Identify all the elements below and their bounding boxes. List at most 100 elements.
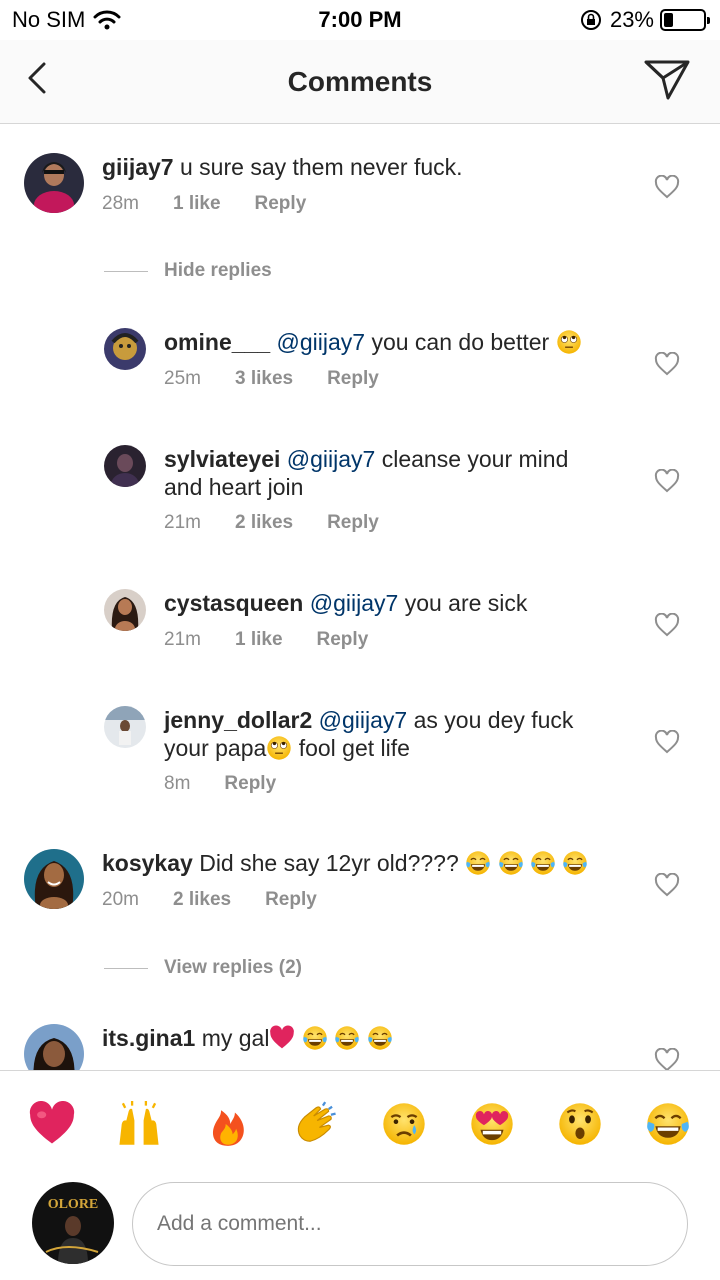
comment-likes[interactable]: 2 likes <box>235 512 293 534</box>
comment-username[interactable]: its.gina1 <box>102 1025 195 1051</box>
battery-icon <box>660 9 710 31</box>
comment-body-line2: and heart join <box>164 474 304 500</box>
comment-meta: 28m 1 like Reply <box>102 193 340 215</box>
heart-eyes-icon[interactable] <box>469 1101 515 1147</box>
comment-time: 21m <box>164 512 201 533</box>
mention-link[interactable]: @giijay7 <box>310 590 399 616</box>
comment-text: kosykay Did she say 12yr old???? <box>102 849 588 877</box>
reply-button[interactable]: Reply <box>265 889 317 911</box>
comment-body: cleanse your mind <box>381 446 569 472</box>
mention-link[interactable]: @giijay7 <box>277 329 366 355</box>
comment-username[interactable]: sylviateyei <box>164 446 280 472</box>
mention-link[interactable]: @giijay7 <box>287 446 376 472</box>
comment-time: 20m <box>102 889 139 910</box>
comment-body-line2-end: fool get life <box>298 735 410 761</box>
mention-link[interactable]: @giijay7 <box>319 707 408 733</box>
comment-text: sylviateyei @giijay7 cleanse your mind a… <box>164 445 568 501</box>
comment-time: 25m <box>164 368 201 389</box>
heart-icon[interactable] <box>654 1048 680 1070</box>
avatar[interactable] <box>104 328 146 370</box>
comment-username[interactable]: cystasqueen <box>164 590 303 616</box>
heart-icon[interactable] <box>654 352 680 376</box>
paper-plane-icon[interactable] <box>642 56 692 102</box>
rotation-lock-icon <box>580 10 601 30</box>
reply-button[interactable]: Reply <box>224 773 276 795</box>
emoji-quick-bar <box>0 1070 720 1172</box>
view-replies-button[interactable]: View replies (2) <box>104 957 302 979</box>
avatar[interactable] <box>104 445 146 487</box>
divider-line <box>104 967 148 969</box>
hide-replies-label: Hide replies <box>164 260 272 281</box>
comment-body-line2: your papa <box>164 735 267 761</box>
battery-percent: 23% <box>609 7 654 32</box>
comment-text: its.gina1 my gal <box>102 1024 393 1052</box>
header: Comments <box>0 40 720 124</box>
comments-list[interactable]: giijay7 u sure say them never fuck. 28m … <box>0 125 720 1070</box>
hide-replies-button[interactable]: Hide replies <box>104 260 272 282</box>
tears-of-joy-emoji-icon <box>302 1025 328 1051</box>
comment-likes[interactable]: 1 like <box>235 629 283 651</box>
comment-time: 21m <box>164 629 201 650</box>
status-right: 23% <box>580 7 710 33</box>
comment-likes[interactable]: 3 likes <box>235 368 293 390</box>
heart-icon[interactable] <box>654 730 680 754</box>
comment-text: jenny_dollar2 @giijay7 as you dey fuck y… <box>164 706 573 762</box>
red-heart-icon[interactable] <box>29 1101 75 1147</box>
heart-icon[interactable] <box>654 613 680 637</box>
reply-button[interactable]: Reply <box>327 512 379 534</box>
raising-hands-icon[interactable] <box>116 1101 162 1147</box>
comment-text: omine___ @giijay7 you can do better <box>164 328 582 356</box>
comment-likes[interactable]: 1 like <box>173 193 221 215</box>
status-bar: No SIM 7:00 PM 23% <box>0 0 720 40</box>
profile-avatar-image: OLORE <box>32 1182 114 1264</box>
comment-time: 28m <box>102 193 139 214</box>
avatar[interactable] <box>24 849 84 909</box>
comment-likes[interactable]: 2 likes <box>173 889 231 911</box>
astonished-face-icon[interactable] <box>557 1101 603 1147</box>
comment-meta: 8m Reply <box>164 773 310 795</box>
crying-face-icon[interactable] <box>381 1101 427 1147</box>
comment-text: giijay7 u sure say them never fuck. <box>102 153 463 181</box>
comment-meta: 21m 2 likes Reply <box>164 512 413 534</box>
comment-text: cystasqueen @giijay7 you are sick <box>164 589 527 617</box>
heart-icon[interactable] <box>654 175 680 199</box>
comment-username[interactable]: jenny_dollar2 <box>164 707 312 733</box>
clapping-hands-icon[interactable] <box>293 1101 339 1147</box>
tears-of-joy-emoji-icon <box>367 1025 393 1051</box>
tears-of-joy-icon[interactable] <box>645 1101 691 1147</box>
comment-username[interactable]: omine___ <box>164 329 270 355</box>
red-heart-emoji-icon <box>270 1025 295 1049</box>
reply-button[interactable]: Reply <box>255 193 307 215</box>
eye-roll-emoji-icon <box>556 329 582 355</box>
avatar-text: OLORE <box>48 1197 99 1212</box>
reply-button[interactable]: Reply <box>327 368 379 390</box>
comment-body: as you dey fuck <box>413 707 574 733</box>
eye-roll-emoji-icon <box>266 735 292 761</box>
view-replies-label: View replies (2) <box>164 957 302 978</box>
avatar[interactable] <box>104 589 146 631</box>
page-title: Comments <box>287 66 433 97</box>
profile-avatar[interactable]: OLORE <box>32 1182 114 1264</box>
tears-of-joy-emoji-icon <box>498 850 524 876</box>
reply-button[interactable]: Reply <box>317 629 369 651</box>
avatar[interactable] <box>24 153 84 213</box>
tears-of-joy-emoji-icon <box>334 1025 360 1051</box>
comment-username[interactable]: giijay7 <box>102 154 174 180</box>
comment-username[interactable]: kosykay <box>102 850 193 876</box>
comment-time: 8m <box>164 773 191 794</box>
fire-icon[interactable] <box>205 1101 251 1147</box>
comment-body: Did she say 12yr old???? <box>199 850 459 876</box>
avatar[interactable] <box>24 1024 84 1070</box>
avatar[interactable] <box>104 706 146 748</box>
comment-input[interactable] <box>132 1182 688 1266</box>
tears-of-joy-emoji-icon <box>562 850 588 876</box>
heart-icon[interactable] <box>654 469 680 493</box>
comment-body: you are sick <box>404 590 528 616</box>
comment-body: u sure say them never fuck. <box>180 154 463 180</box>
comment-body: my gal <box>201 1025 270 1051</box>
comment-composer: OLORE <box>0 1172 720 1280</box>
comment-meta: 20m 2 likes Reply <box>102 889 351 911</box>
divider-line <box>104 270 148 272</box>
heart-icon[interactable] <box>654 873 680 897</box>
tears-of-joy-emoji-icon <box>530 850 556 876</box>
